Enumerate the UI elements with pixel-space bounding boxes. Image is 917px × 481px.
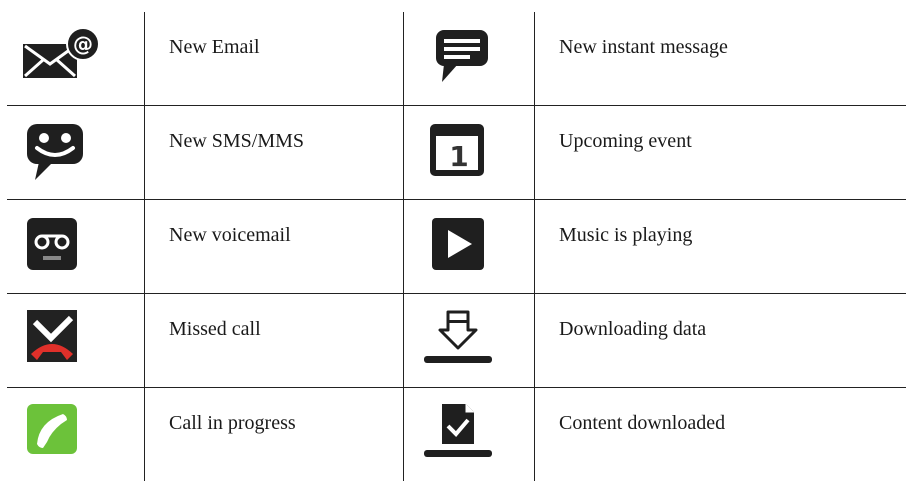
svg-text:1: 1 xyxy=(449,140,468,173)
label-cell: Upcoming event xyxy=(535,106,907,200)
icon-label: Upcoming event xyxy=(535,106,906,153)
label-cell: New Email xyxy=(145,12,404,106)
svg-text:@: @ xyxy=(73,32,93,56)
icon-cell xyxy=(7,294,145,388)
calendar-icon: 1 xyxy=(418,120,498,180)
call-in-progress-icon xyxy=(21,402,101,462)
icon-cell xyxy=(404,388,535,481)
icon-label: Downloading data xyxy=(535,294,906,341)
table-row: @ New Email New instant message xyxy=(7,12,906,106)
label-cell: Content downloaded xyxy=(535,388,907,481)
table-row: Call in progress Content downloaded xyxy=(7,388,906,481)
icon-label: New Email xyxy=(145,12,403,59)
label-cell: Music is playing xyxy=(535,200,907,294)
icon-label: New voicemail xyxy=(145,200,403,247)
icon-cell xyxy=(404,12,535,106)
label-cell: Downloading data xyxy=(535,294,907,388)
icon-cell xyxy=(404,294,535,388)
table-row: New SMS/MMS 1 Upcoming event xyxy=(7,106,906,200)
icon-label: Missed call xyxy=(145,294,403,341)
icon-cell: @ xyxy=(7,12,145,106)
icon-cell xyxy=(7,200,145,294)
label-cell: New SMS/MMS xyxy=(145,106,404,200)
content-downloaded-icon xyxy=(418,402,498,466)
icon-label: Music is playing xyxy=(535,200,906,247)
chat-bubble-icon xyxy=(418,26,498,86)
label-cell: New instant message xyxy=(535,12,907,106)
download-icon xyxy=(418,308,498,372)
label-cell: Missed call xyxy=(145,294,404,388)
icon-cell xyxy=(7,388,145,481)
label-cell: Call in progress xyxy=(145,388,404,481)
icon-cell xyxy=(404,200,535,294)
icon-label: Content downloaded xyxy=(535,388,906,435)
table-row: Missed call Downloading data xyxy=(7,294,906,388)
icon-label: New instant message xyxy=(535,12,906,59)
icon-label: Call in progress xyxy=(145,388,403,435)
voicemail-icon xyxy=(21,214,101,274)
icon-label: New SMS/MMS xyxy=(145,106,403,153)
icon-cell xyxy=(7,106,145,200)
table-row: New voicemail Music is playing xyxy=(7,200,906,294)
notification-icon-table: @ New Email New instant message xyxy=(7,12,906,481)
email-at-icon: @ xyxy=(21,26,101,86)
label-cell: New voicemail xyxy=(145,200,404,294)
missed-call-icon xyxy=(21,308,101,368)
icon-cell: 1 xyxy=(404,106,535,200)
play-icon xyxy=(418,214,498,274)
smiley-sms-icon xyxy=(21,120,101,182)
